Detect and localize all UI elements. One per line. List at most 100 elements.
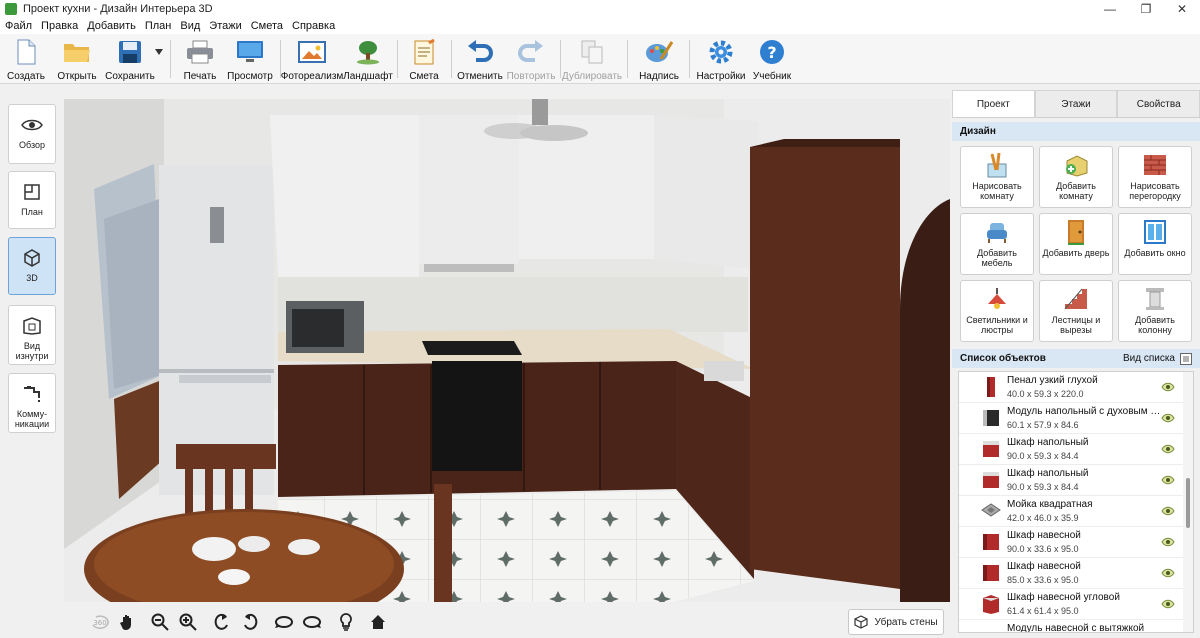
toolbar-separator (689, 40, 690, 78)
main-toolbar: Создать Открыть Сохранить Печать Просмот… (0, 34, 1200, 84)
menu-estimate[interactable]: Смета (250, 20, 289, 32)
printer-icon (186, 38, 214, 66)
add-furniture-tile[interactable]: Добавить мебель (960, 213, 1034, 275)
preview-button[interactable]: Просмотр (226, 36, 274, 82)
print-button[interactable]: Печать (178, 36, 222, 82)
landscape-button[interactable]: Ландшафт (343, 36, 393, 82)
visibility-eye-icon[interactable] (1161, 536, 1175, 548)
svg-text:?: ? (767, 43, 776, 62)
tutorial-button[interactable]: ? Учебник (750, 36, 794, 82)
settings-button[interactable]: Настройки (696, 36, 746, 82)
tab-floors[interactable]: Этажи (1034, 90, 1118, 117)
panel-tabs: Проект Этажи Свойства (952, 90, 1200, 118)
create-button[interactable]: Создать (4, 36, 48, 82)
list-item[interactable]: Шкаф навесной 85.0 x 33.6 x 95.0 (959, 558, 1183, 589)
view-list-toggle[interactable]: Вид списка (1123, 352, 1192, 365)
light-bulb-icon (340, 613, 352, 631)
object-list-scrollbar[interactable] (1183, 372, 1193, 632)
add-column-tile[interactable]: Добавить колонну (1118, 280, 1192, 342)
maximize-button[interactable]: ❐ (1128, 0, 1164, 18)
tilt-down-button[interactable] (300, 610, 324, 634)
open-button[interactable]: Открыть (54, 36, 100, 82)
menu-edit[interactable]: Правка (40, 20, 84, 32)
menu-add[interactable]: Добавить (86, 20, 142, 32)
list-item[interactable]: Пенал узкий глухой 40.0 x 59.3 x 220.0 (959, 372, 1183, 403)
armchair-icon (984, 219, 1010, 245)
list-view-icon (1180, 352, 1192, 365)
minimize-button[interactable]: — (1092, 0, 1128, 18)
home-view-button[interactable] (366, 610, 390, 634)
visibility-eye-icon[interactable] (1161, 412, 1175, 424)
list-item[interactable]: Мойка квадратная 42.0 x 46.0 x 35.9 (959, 496, 1183, 527)
duplicate-button[interactable]: Дублировать (562, 36, 622, 82)
viewport-controls: 360 Убрать стены (64, 604, 950, 638)
visibility-eye-icon[interactable] (1161, 381, 1175, 393)
estimate-button[interactable]: Смета (404, 36, 444, 82)
view-plan-button[interactable]: План (8, 171, 56, 229)
menu-floors[interactable]: Этажи (208, 20, 247, 32)
pan-hand-button[interactable] (116, 610, 140, 634)
draw-partition-tile[interactable]: Нарисовать перегородку (1118, 146, 1192, 208)
lighting-button[interactable] (334, 610, 358, 634)
zoom-in-icon (179, 613, 197, 631)
view-3d-button[interactable]: 3D (8, 237, 56, 295)
list-item[interactable]: Модуль напольный с духовым шкафом 60.1 x… (959, 403, 1183, 434)
list-item[interactable]: Шкаф напольный 90.0 x 59.3 x 84.4 (959, 434, 1183, 465)
menu-file[interactable]: Файл (4, 20, 38, 32)
toolbar-separator (560, 40, 561, 78)
menu-help[interactable]: Справка (291, 20, 341, 32)
rotate-right-button[interactable] (238, 610, 262, 634)
menu-plan[interactable]: План (144, 20, 178, 32)
visibility-eye-icon[interactable] (1161, 598, 1175, 610)
visibility-eye-icon[interactable] (1161, 443, 1175, 455)
view-overview-button[interactable]: Обзор (8, 104, 56, 164)
list-item[interactable]: Шкаф напольный 90.0 x 59.3 x 84.4 (959, 465, 1183, 496)
add-room-tile[interactable]: Добавить комнату (1039, 146, 1113, 208)
view-inside-button[interactable]: Вид изнутри (8, 305, 56, 365)
add-window-tile[interactable]: Добавить окно (1118, 213, 1192, 275)
dropdown-arrow-icon (154, 38, 164, 66)
list-item[interactable]: Модуль навесной с вытяжкой (959, 620, 1183, 632)
menu-view[interactable]: Вид (179, 20, 206, 32)
photorealism-button[interactable]: Фотореализм (281, 36, 343, 82)
rotate-left-button[interactable] (210, 610, 234, 634)
visibility-eye-icon[interactable] (1161, 474, 1175, 486)
undo-button[interactable]: Отменить (457, 36, 503, 82)
tab-properties[interactable]: Свойства (1117, 90, 1200, 117)
home-icon (371, 615, 385, 629)
view-utilities-button[interactable]: Комму-никации (8, 373, 56, 433)
lights-tile[interactable]: Светильники и люстры (960, 280, 1034, 342)
draw-room-tile[interactable]: Нарисовать комнату (960, 146, 1034, 208)
3d-viewport[interactable] (64, 99, 950, 602)
photo-icon (298, 38, 326, 66)
add-door-tile[interactable]: Добавить дверь (1039, 213, 1113, 275)
draw-room-pencil-icon (984, 152, 1010, 178)
label-button[interactable]: Надпись (636, 36, 682, 82)
list-item[interactable]: Шкаф навесной 90.0 x 33.6 x 95.0 (959, 527, 1183, 558)
visibility-eye-icon[interactable] (1161, 567, 1175, 579)
zoom-in-button[interactable] (176, 610, 200, 634)
visibility-eye-icon[interactable] (1161, 505, 1175, 517)
app-icon (5, 3, 17, 15)
object-list-title: Список объектов (960, 353, 1046, 364)
tab-project[interactable]: Проект (952, 90, 1035, 117)
zoom-out-button[interactable] (148, 610, 172, 634)
save-dropdown-arrow[interactable] (154, 36, 164, 82)
redo-button[interactable]: Повторить (506, 36, 556, 82)
tilt-up-button[interactable] (272, 610, 296, 634)
close-button[interactable]: ✕ (1164, 0, 1200, 18)
tall-cabinet-thumb-icon (987, 377, 995, 397)
window-icon (1142, 219, 1168, 245)
scrollbar-thumb[interactable] (1186, 478, 1190, 528)
wall-cabinet-thumb-icon (983, 534, 999, 550)
stairs-tile[interactable]: Лестницы и вырезы (1039, 280, 1113, 342)
svg-text:360: 360 (93, 619, 106, 627)
window-title: Проект кухни - Дизайн Интерьера 3D (23, 3, 213, 15)
remove-walls-button[interactable]: Убрать стены (848, 609, 944, 635)
toolbar-separator (451, 40, 452, 78)
rotate-360-button[interactable]: 360 (88, 610, 112, 634)
floor-cabinet-thumb-icon (983, 472, 999, 488)
rotate-left-icon (214, 613, 228, 630)
list-item[interactable]: Шкаф навесной угловой 61.4 x 61.4 x 95.0 (959, 589, 1183, 620)
save-button[interactable]: Сохранить (104, 36, 156, 82)
